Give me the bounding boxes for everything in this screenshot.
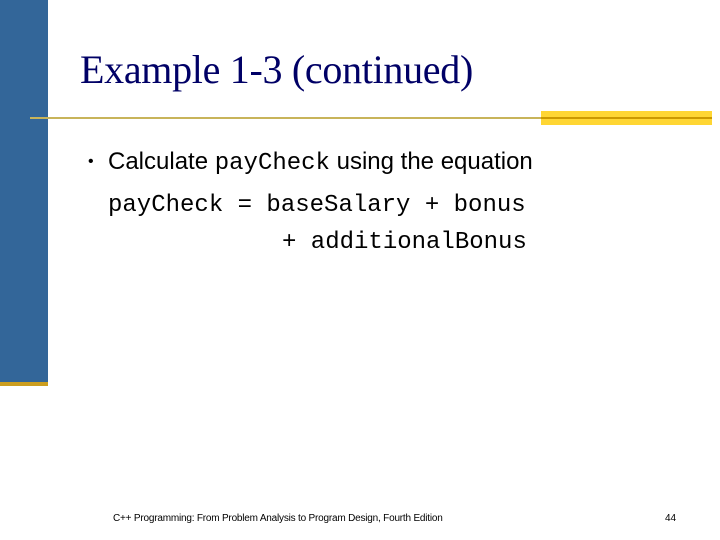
bullet-item: • Calculate payCheck using the equation [88,148,533,177]
bullet-text-before: Calculate [108,148,215,175]
page-number: 44 [665,513,677,524]
title-accent-block-line [541,117,712,119]
footer-text: C++ Programming: From Problem Analysis t… [113,513,443,524]
bullet-code: payCheck [214,150,330,177]
bullet-icon: • [88,153,94,170]
bullet-text-after: using the equation [329,148,533,175]
left-sidebar-bar [0,0,48,382]
left-sidebar-accent [0,382,48,386]
slide-title: Example 1-3 (continued) [80,47,473,92]
code-line-1: payCheck = baseSalary + bonus [108,192,526,219]
code-line-2: + additionalBonus [282,229,527,256]
